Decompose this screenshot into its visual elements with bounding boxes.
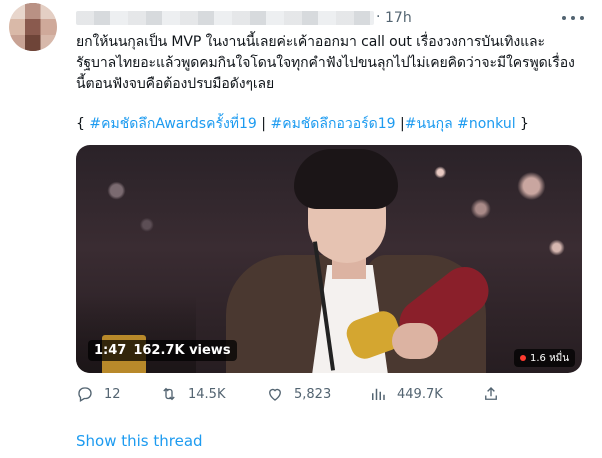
tweet-text-line: ยกให้นนกุลเป็น MVP ในงานนี้เลยค่ะเค้าออก… bbox=[76, 34, 545, 50]
video-views: 162.7K views bbox=[133, 343, 231, 358]
hashtag-link[interactable]: #คมชัดลึกอวอร์ด19 bbox=[270, 116, 395, 132]
hashtag-open-brace: { bbox=[76, 116, 85, 132]
record-dot-icon bbox=[520, 355, 526, 361]
hashtag-link[interactable]: #คมชัดลึกAwardsครั้งที่19 bbox=[89, 116, 256, 132]
avatar[interactable] bbox=[9, 3, 57, 51]
video-duration: 1:47 bbox=[94, 343, 127, 358]
more-horizontal-icon bbox=[562, 16, 566, 20]
blurred-user-name[interactable] bbox=[76, 11, 374, 25]
hashtag-line: { #คมชัดลึกAwardsครั้งที่19 | #คมชัดลึกอ… bbox=[76, 114, 529, 135]
like-button[interactable]: 5,823 bbox=[266, 385, 331, 403]
views-button[interactable]: 449.7K bbox=[369, 385, 443, 403]
tweet-text-line: นี้ตอนฟังจบคือต้องปรบมือดังๆเลย bbox=[76, 76, 275, 92]
show-thread-link[interactable]: Show this thread bbox=[76, 432, 203, 450]
more-options-button[interactable] bbox=[562, 10, 584, 26]
reply-button[interactable]: 12 bbox=[76, 385, 121, 403]
share-icon bbox=[485, 387, 497, 400]
tweet-card: · 17h ยกให้นนกุลเป็น MVP ในงานนี้เลยค่ะเ… bbox=[0, 0, 602, 458]
view-count: 449.7K bbox=[397, 386, 443, 402]
reply-count: 12 bbox=[104, 386, 121, 402]
retweet-count: 14.5K bbox=[188, 386, 226, 402]
time-separator: · bbox=[376, 9, 381, 25]
more-horizontal-icon-dot bbox=[580, 16, 584, 20]
hashtag-link[interactable]: #นนกุล bbox=[405, 116, 453, 132]
bar-chart-icon bbox=[372, 388, 385, 400]
video-frame-hair bbox=[294, 149, 398, 209]
tweet-text-line: รัฐบาลไทยอะแล้วพูดคมกินใจโดนใจทุกคำฟังไป… bbox=[76, 55, 575, 71]
video-player[interactable] bbox=[76, 145, 582, 373]
video-frame-hand bbox=[392, 323, 438, 359]
retweet-icon bbox=[163, 387, 175, 401]
heart-icon bbox=[269, 388, 281, 401]
reply-icon bbox=[78, 387, 92, 402]
tweet-timestamp[interactable]: 17h bbox=[385, 10, 412, 26]
tweet-text: ยกให้นนกุลเป็น MVP ในงานนี้เลยค่ะเค้าออก… bbox=[76, 32, 588, 95]
hashtag-close-brace: } bbox=[520, 116, 529, 132]
tweet-actions: 12 14.5K 5,823 449.7K bbox=[76, 385, 516, 407]
retweet-button[interactable]: 14.5K bbox=[160, 385, 225, 403]
live-view-count: 1.6 หมื่น bbox=[530, 352, 570, 364]
hashtag-separator: | bbox=[261, 116, 267, 132]
like-count: 5,823 bbox=[294, 386, 332, 402]
hashtag-link[interactable]: #nonkul bbox=[457, 116, 515, 132]
live-view-chip: 1.6 หมื่น bbox=[514, 349, 576, 367]
share-button[interactable] bbox=[482, 385, 500, 403]
more-horizontal-icon-dot bbox=[571, 16, 575, 20]
video-duration-badge: 1:47 162.7K views bbox=[88, 340, 237, 361]
